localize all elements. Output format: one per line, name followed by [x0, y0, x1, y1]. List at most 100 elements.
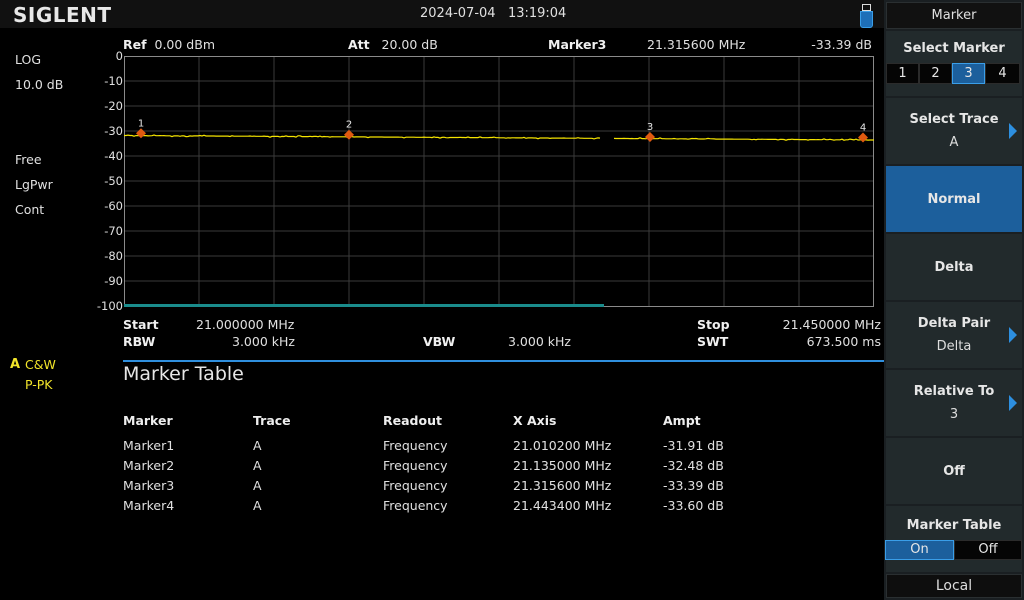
select-trace-label: Select Trace	[909, 112, 999, 127]
active-marker-ampt: -33.39 dB	[811, 37, 872, 52]
att-label: Att	[348, 37, 370, 52]
marker-3-label: 3	[647, 122, 653, 133]
marker-2-label: 2	[346, 120, 352, 131]
delta-pair-label: Delta Pair	[917, 316, 991, 331]
rbw-value[interactable]: 3.000 kHz	[232, 334, 295, 349]
marker-table-off[interactable]: Off	[954, 540, 1022, 560]
att-value: 20.00 dB	[381, 37, 438, 52]
select-trace-value: A	[949, 135, 959, 150]
trace-mode[interactable]: C&W	[25, 357, 56, 372]
col-marker-cell: Marker4	[123, 498, 175, 513]
marker-table-toggle: On Off	[885, 540, 1022, 560]
y-tick-label: -90	[104, 274, 123, 288]
ref-level[interactable]: Ref 0.00 dBm	[123, 37, 215, 52]
col-x-axis-cell: 21.443400 MHz	[513, 498, 612, 513]
y-tick-label: -50	[104, 174, 123, 188]
attenuation[interactable]: Att 20.00 dB	[348, 37, 438, 52]
delta-label: Delta	[934, 259, 974, 275]
local-button[interactable]: Local	[886, 574, 1022, 598]
marker-option-1[interactable]: 1	[886, 63, 919, 84]
menu-title: Marker	[886, 2, 1022, 29]
grid	[124, 56, 874, 306]
submenu-arrow-icon	[1009, 395, 1017, 411]
col-trace-cell: A	[253, 498, 262, 513]
delta-key[interactable]: Delta	[886, 234, 1022, 300]
ref-value: 0.00 dBm	[154, 37, 216, 52]
marker-option-3[interactable]: 3	[952, 63, 985, 84]
col-trace-cell: A	[253, 458, 262, 473]
col-marker-cell: Marker3	[123, 478, 175, 493]
col-trace-cell: A	[253, 478, 262, 493]
spectrum-plot[interactable]: 1 2 3 4	[124, 56, 874, 308]
marker-option-2[interactable]: 2	[919, 63, 952, 84]
col-marker-cell: Marker1	[123, 438, 175, 453]
marker-3-diamond[interactable]	[645, 131, 655, 142]
off-key[interactable]: Off	[886, 438, 1022, 504]
marker-selector: 1 2 3 4	[886, 63, 1020, 84]
marker-table-key-label: Marker Table	[906, 518, 1002, 533]
stop-label: Stop	[697, 317, 730, 332]
y-tick-label: -20	[104, 99, 123, 113]
delta-pair-key[interactable]: Delta Pair Delta	[886, 302, 1022, 368]
col-trace-cell: A	[253, 438, 262, 453]
brand-logo: SIGLENT	[13, 3, 112, 27]
y-tick-label: -100	[96, 299, 123, 313]
relative-to-value: 3	[949, 407, 959, 422]
datetime: 2024-07-04 13:19:04	[420, 6, 567, 21]
col-ampt-cell: -32.48 dB	[663, 458, 724, 473]
normal-key[interactable]: Normal	[886, 166, 1022, 232]
col-trace-header: Trace	[253, 413, 291, 428]
softkey-panel: Marker Select Marker 1 2 3 4 Select Trac…	[884, 0, 1024, 600]
col-ampt-cell: -31.91 dB	[663, 438, 724, 453]
start-freq[interactable]: 21.000000 MHz	[196, 317, 294, 332]
col-readout-cell: Frequency	[383, 498, 448, 513]
active-marker-freq: 21.315600 MHz	[647, 37, 746, 52]
scale-type[interactable]: LOG	[15, 52, 41, 67]
swt-label: SWT	[697, 334, 729, 349]
delta-pair-value: Delta	[936, 339, 972, 354]
submenu-arrow-icon	[1009, 123, 1017, 139]
active-marker-label: Marker3	[548, 37, 607, 52]
col-x-axis-cell: 21.315600 MHz	[513, 478, 612, 493]
marker-4-label: 4	[860, 123, 866, 134]
marker-1-diamond[interactable]	[136, 128, 146, 139]
detector-type[interactable]: P-PK	[25, 377, 53, 392]
trigger-mode[interactable]: Free	[15, 152, 42, 167]
ref-label: Ref	[123, 37, 147, 52]
marker-table-title: Marker Table	[123, 363, 244, 385]
sweep-mode[interactable]: Cont	[15, 202, 44, 217]
marker-table-divider	[123, 360, 884, 362]
relative-to-key[interactable]: Relative To 3	[886, 370, 1022, 436]
average-type[interactable]: LgPwr	[15, 177, 53, 192]
col-readout-cell: Frequency	[383, 438, 448, 453]
col-readout-cell: Frequency	[383, 478, 448, 493]
start-label: Start	[123, 317, 159, 332]
marker-option-4[interactable]: 4	[985, 63, 1020, 84]
y-tick-label: -60	[104, 199, 123, 213]
y-tick-label: -70	[104, 224, 123, 238]
col-marker-cell: Marker2	[123, 458, 175, 473]
col-x-axis-cell: 21.010200 MHz	[513, 438, 612, 453]
marker-4-diamond[interactable]	[858, 132, 868, 143]
select-marker-label: Select Marker	[903, 41, 1005, 56]
select-trace-key[interactable]: Select Trace A	[886, 98, 1022, 164]
col-readout-header: Readout	[383, 413, 442, 428]
marker-table-on[interactable]: On	[885, 540, 954, 560]
col-marker-header: Marker	[123, 413, 173, 428]
col-readout-cell: Frequency	[383, 458, 448, 473]
scale-per-div[interactable]: 10.0 dB	[15, 77, 63, 92]
y-tick-label: 0	[115, 49, 123, 63]
marker-table-key: Marker Table	[886, 506, 1022, 572]
trace-letter[interactable]: A	[10, 357, 20, 372]
vbw-label: VBW	[423, 334, 456, 349]
marker-1-label: 1	[138, 118, 144, 129]
stop-freq[interactable]: 21.450000 MHz	[760, 317, 881, 332]
vbw-value[interactable]: 3.000 kHz	[508, 334, 571, 349]
sweep-time[interactable]: 673.500 ms	[760, 334, 881, 349]
y-tick-label: -30	[104, 124, 123, 138]
col-x-axis-cell: 21.135000 MHz	[513, 458, 612, 473]
col-ampt-cell: -33.39 dB	[663, 478, 724, 493]
rbw-label: RBW	[123, 334, 156, 349]
normal-label: Normal	[927, 191, 981, 207]
col-ampt-cell: -33.60 dB	[663, 498, 724, 513]
